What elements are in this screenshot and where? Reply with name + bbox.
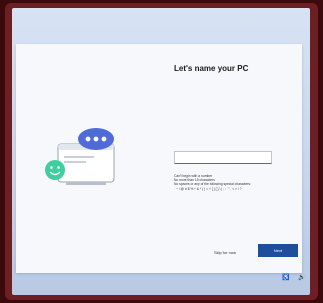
naming-rules: Can't begin with a number No more than 1… bbox=[174, 174, 294, 191]
skip-for-now-link[interactable]: Skip for now bbox=[214, 250, 236, 255]
setup-card: Let's name your PC Can't begin with a nu… bbox=[16, 44, 302, 273]
next-button[interactable]: Next bbox=[258, 244, 298, 257]
accessibility-icon[interactable]: ♿ bbox=[282, 275, 289, 281]
setup-text: Let's name your PC bbox=[174, 64, 294, 79]
pc-name-illustration-icon bbox=[45, 128, 115, 185]
page-title: Let's name your PC bbox=[174, 64, 249, 73]
rule-item: ` ~ ! @ # $ % ^ & * ( ) = + [ ] { } \ | … bbox=[174, 186, 242, 191]
screen: Let's name your PC Can't begin with a nu… bbox=[12, 8, 310, 295]
volume-icon[interactable]: 🔊 bbox=[298, 275, 305, 281]
system-tray: ♿ 🔊 bbox=[282, 275, 305, 281]
pc-name-input[interactable] bbox=[174, 151, 272, 164]
